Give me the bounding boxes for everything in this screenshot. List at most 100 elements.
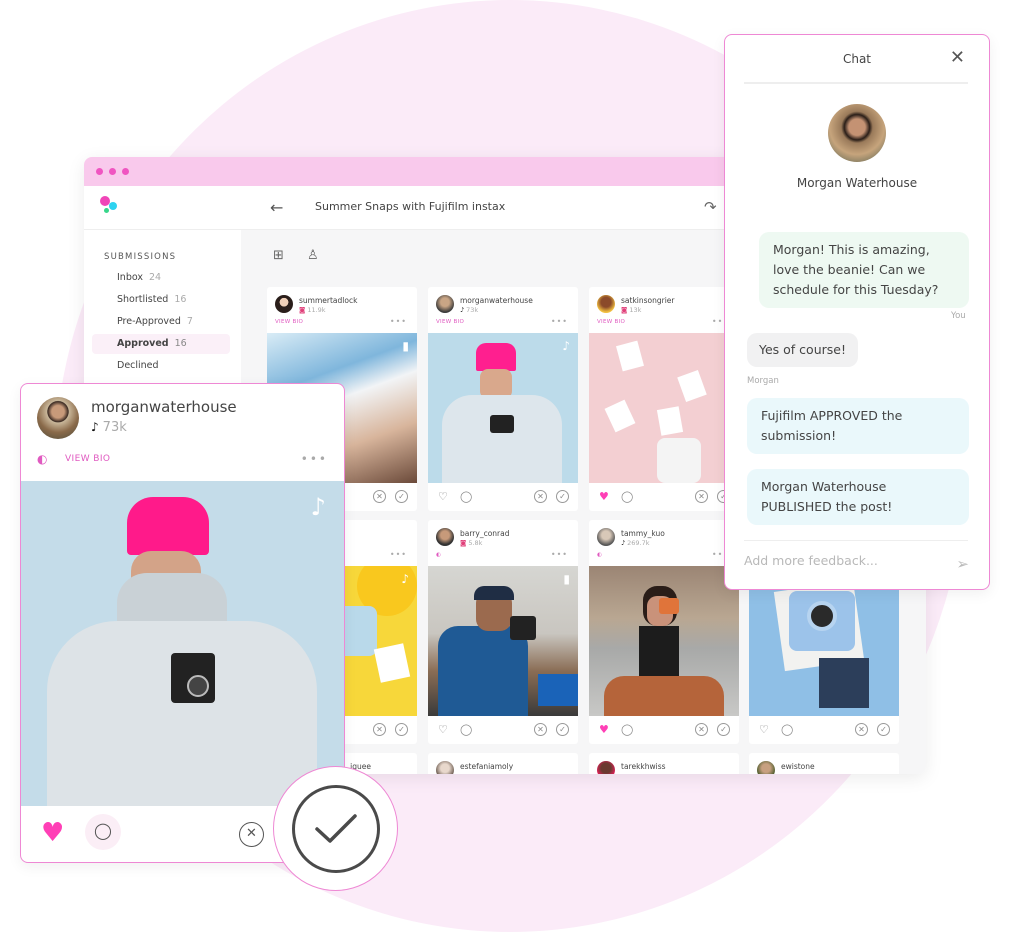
reject-icon[interactable]: ✕ [695,723,708,736]
featured-followers: ♪ 73k [91,420,127,435]
more-icon[interactable]: ••• [551,317,568,326]
card-username[interactable]: barry_conrad [460,529,510,538]
submission-card[interactable]: ewistone [749,753,899,774]
featured-username[interactable]: morganwaterhouse [91,398,237,416]
window-dot-icon[interactable] [109,168,116,175]
liked-heart-icon[interactable]: ♥ [41,818,64,848]
card-username[interactable]: summertadlock [299,296,357,305]
avatar [37,397,79,439]
avatar [597,761,615,774]
sidebar-item-pre-approved[interactable]: Pre-Approved 7 [92,312,230,332]
sidebar-item-shortlisted[interactable]: Shortlisted 16 [92,290,230,310]
reject-icon[interactable]: ✕ [534,723,547,736]
sidebar-heading: SUBMISSIONS [104,252,177,262]
comment-icon[interactable]: ◯ [460,490,472,503]
close-icon[interactable]: ✕ [950,47,965,68]
comment-icon[interactable]: ◯ [781,723,793,736]
instagram-icon: ◙ [621,306,628,314]
back-arrow-icon[interactable]: ← [270,198,283,217]
submission-image[interactable] [589,333,739,483]
send-icon[interactable]: ➢ [956,555,969,573]
card-username[interactable]: satkinsongrier [621,296,675,305]
submission-card[interactable]: satkinsongrier ◙13k VIEW BIO ••• ♥ ◯ ✕ ✓ [589,287,739,511]
approve-icon[interactable]: ✓ [556,723,569,736]
sidebar-item-label: Declined [117,360,159,371]
reject-icon[interactable]: ✕ [239,822,264,847]
card-username[interactable]: ewistone [781,762,815,771]
avatar [597,528,615,546]
submission-card[interactable]: estefaniamoly [428,753,578,774]
submission-card[interactable]: barry_conrad ◙ 5.8k ◐ ••• ▮ ♡ ◯ ✕ ✓ [428,520,578,744]
featured-image[interactable]: ♪ [21,481,344,806]
bio-icon: ◐ [37,452,48,466]
reject-icon[interactable]: ✕ [373,490,386,503]
sidebar-item-declined[interactable]: Declined [92,356,230,376]
submission-card[interactable]: tammy_kuo ♪ 269.7k ◐ ••• ♥ ◯ ✕ ✓ [589,520,739,744]
card-username[interactable]: tammy_kuo [621,529,665,538]
view-bio-link[interactable]: VIEW BIO [436,319,464,325]
sidebar-item-approved[interactable]: Approved 16 [92,334,230,354]
approve-icon[interactable]: ✓ [556,490,569,503]
chat-message-sent: Morgan! This is amazing, love the beanie… [759,232,969,308]
more-icon[interactable]: ••• [551,550,568,559]
card-username[interactable]: tarekkhwiss [621,762,666,771]
approve-icon[interactable]: ✓ [717,723,730,736]
avatar [436,761,454,774]
more-icon[interactable]: ••• [390,317,407,326]
sidebar-item-count: 16 [174,294,187,305]
comment-icon[interactable]: ◯ [621,723,633,736]
liked-heart-icon[interactable]: ♥ [599,490,609,503]
submission-card[interactable]: morganwaterhouse ♪ 73k VIEW BIO ••• ♪ ♡ ◯… [428,287,578,511]
window-dot-icon[interactable] [96,168,103,175]
card-followers: ◙ 11.9k [299,306,326,314]
like-icon[interactable]: ♡ [438,723,448,736]
reject-icon[interactable]: ✕ [695,490,708,503]
sidebar-item-label: Inbox [117,272,143,283]
approve-icon[interactable]: ✓ [877,723,890,736]
avatar [436,295,454,313]
submission-card[interactable]: tarekkhwiss [589,753,739,774]
view-bio-link[interactable]: VIEW BIO [275,319,303,325]
avatar [436,528,454,546]
liked-heart-icon[interactable]: ♥ [599,723,609,736]
sidebar-item-inbox[interactable]: Inbox 24 [92,268,230,288]
submission-image[interactable]: ♪ [428,333,578,483]
card-username[interactable]: morganwaterhouse [460,296,533,305]
reject-icon[interactable]: ✕ [855,723,868,736]
card-username[interactable]: estefaniamoly [460,762,513,771]
feedback-input[interactable] [744,553,934,568]
window-dot-icon[interactable] [122,168,129,175]
view-bio-link[interactable]: VIEW BIO [597,319,625,325]
bio-icon[interactable]: ◐ [436,552,441,558]
share-icon[interactable]: ↷ [704,198,717,216]
avatar [597,295,615,313]
creator-view-icon[interactable]: ♙ [307,248,319,263]
campaign-title: Summer Snaps with Fujifilm instax [315,200,506,213]
video-icon: ▮ [563,572,570,586]
chat-system-message: Fujifilm APPROVED the submission! [747,398,969,454]
message-author: You [951,311,966,321]
like-icon[interactable]: ♡ [759,723,769,736]
video-icon: ▮ [402,339,409,353]
chat-system-message: Morgan Waterhouse PUBLISHED the post! [747,469,969,525]
comment-icon[interactable]: ◯ [621,490,633,503]
reject-icon[interactable]: ✕ [373,723,386,736]
view-bio-link[interactable]: VIEW BIO [65,454,110,464]
more-icon[interactable]: ••• [390,550,407,559]
like-icon[interactable]: ♡ [438,490,448,503]
app-logo[interactable] [100,196,124,220]
grid-view-icon[interactable]: ⊞ [273,248,284,263]
comment-icon[interactable]: ◯ [85,814,121,850]
tiktok-icon: ♪ [310,493,326,521]
reject-icon[interactable]: ✕ [534,490,547,503]
tiktok-icon: ♪ [401,572,409,586]
approve-icon[interactable]: ✓ [395,490,408,503]
comment-icon[interactable]: ◯ [460,723,472,736]
more-icon[interactable]: ••• [301,452,328,466]
approve-button[interactable] [273,766,398,891]
sidebar-item-count: 16 [174,338,187,349]
submission-image[interactable] [589,566,739,716]
bio-icon[interactable]: ◐ [597,552,602,558]
approve-icon[interactable]: ✓ [395,723,408,736]
submission-image[interactable]: ▮ [428,566,578,716]
